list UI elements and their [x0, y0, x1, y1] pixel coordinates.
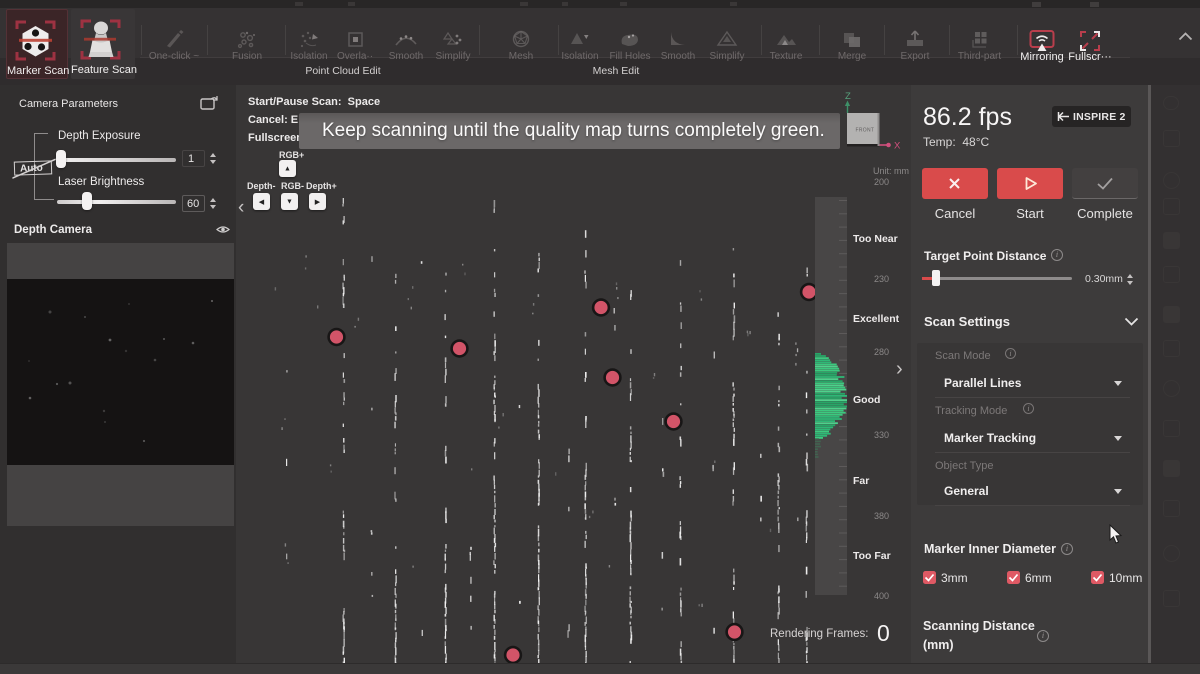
svg-text:X: X [894, 141, 901, 152]
svg-text:FRONT: FRONT [856, 128, 875, 134]
svg-text:Z: Z [845, 91, 851, 102]
